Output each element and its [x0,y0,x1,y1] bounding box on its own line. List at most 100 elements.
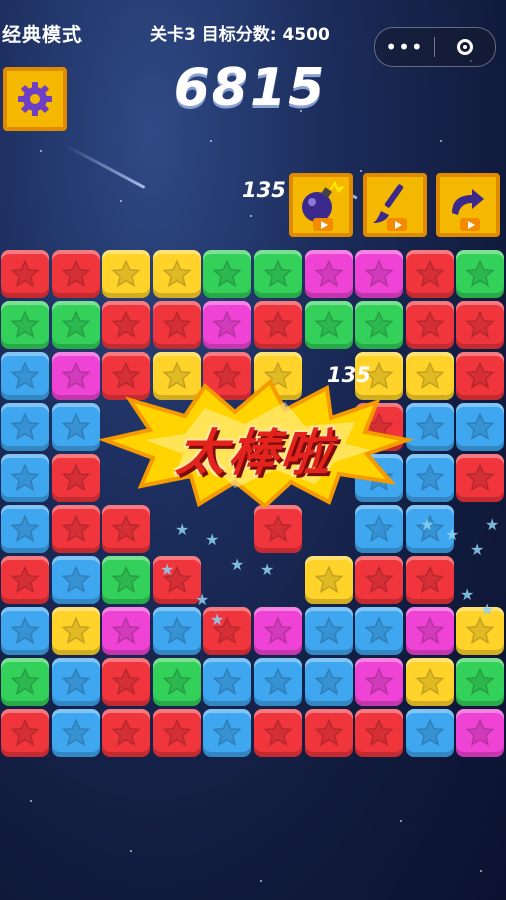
blue-star-block[interactable] [456,403,505,451]
star-icon [60,616,91,645]
green-star-block[interactable] [1,658,49,706]
star-icon [10,514,40,543]
star-icon [364,565,394,594]
tool-bomb-button[interactable] [289,173,353,237]
blue-star-block[interactable] [203,658,252,706]
star-icon [10,412,40,441]
blue-star-block[interactable] [1,607,49,655]
blue-star-block[interactable] [355,607,404,655]
pink-star-block[interactable] [456,709,505,757]
red-star-block[interactable] [102,709,151,757]
star-icon [212,310,243,339]
pink-star-block[interactable] [254,607,302,655]
red-star-block[interactable] [304,709,353,757]
star-icon [10,259,40,288]
red-star-block[interactable] [51,250,100,298]
red-star-block[interactable] [254,709,302,757]
star-icon [364,667,394,696]
blue-star-block[interactable] [1,403,49,451]
red-star-block[interactable] [405,556,454,604]
red-star-block[interactable] [405,250,454,298]
blue-star-block[interactable] [51,403,100,451]
blue-star-block[interactable] [1,352,49,400]
red-star-block[interactable] [152,301,201,349]
blue-star-block[interactable] [405,709,454,757]
star-icon [10,463,40,492]
star-icon [465,412,496,441]
red-star-block[interactable] [355,709,404,757]
star-icon [263,718,293,747]
pink-star-block[interactable] [51,352,100,400]
blue-star-block[interactable] [51,658,100,706]
blue-star-block[interactable] [1,505,49,553]
pink-star-block[interactable] [355,250,404,298]
red-star-block[interactable] [254,505,302,553]
red-star-block[interactable] [405,301,454,349]
star-icon [263,667,293,696]
star-icon [111,514,141,543]
yellow-star-block[interactable] [405,658,454,706]
green-star-block[interactable] [1,301,49,349]
blue-star-block[interactable] [51,556,100,604]
star-icon [313,259,344,288]
red-star-block[interactable] [1,556,49,604]
star-icon [10,667,40,696]
green-star-block[interactable] [152,658,201,706]
green-star-block[interactable] [102,556,151,604]
red-star-block[interactable] [254,301,302,349]
tool-brush-button[interactable] [363,173,427,237]
pink-star-block[interactable] [355,658,404,706]
green-star-block[interactable] [456,250,505,298]
star-icon [414,565,445,594]
tool-refresh-button[interactable] [436,173,500,237]
star-icon [414,412,445,441]
blue-star-block[interactable] [355,505,404,553]
yellow-star-block[interactable] [102,250,151,298]
settings-button[interactable] [3,67,67,131]
red-star-block[interactable] [102,658,151,706]
pink-star-block[interactable] [102,607,151,655]
pink-star-block[interactable] [203,301,252,349]
blue-star-block[interactable] [203,709,252,757]
red-star-block[interactable] [102,301,151,349]
close-button[interactable] [435,28,494,66]
red-star-block[interactable] [51,505,100,553]
red-star-block[interactable] [355,556,404,604]
red-star-block[interactable] [1,709,49,757]
green-star-block[interactable] [254,250,302,298]
blue-star-block[interactable] [254,658,302,706]
star-icon [263,310,293,339]
red-star-block[interactable] [102,505,151,553]
red-star-block[interactable] [1,250,49,298]
blue-star-block[interactable] [304,658,353,706]
red-star-block[interactable] [456,301,505,349]
star-icon [414,718,445,747]
blue-star-block[interactable] [304,607,353,655]
green-star-block[interactable] [203,250,252,298]
star-icon [111,718,141,747]
more-menu-button[interactable]: ••• [375,28,434,66]
star-icon [161,616,192,645]
red-star-block[interactable] [51,454,100,502]
star-icon [263,259,293,288]
star-icon [313,667,344,696]
red-star-block[interactable] [456,454,505,502]
blue-star-block[interactable] [152,607,201,655]
red-star-block[interactable] [152,709,201,757]
red-star-block[interactable] [456,352,505,400]
pink-star-block[interactable] [405,607,454,655]
star-icon [10,310,40,339]
mode-title: 经典模式 [2,24,83,46]
green-star-block[interactable] [456,658,505,706]
star-icon [414,310,445,339]
blue-star-block[interactable] [1,454,49,502]
green-star-block[interactable] [51,301,100,349]
blue-star-block[interactable] [51,709,100,757]
yellow-star-block[interactable] [51,607,100,655]
yellow-star-block[interactable] [152,250,201,298]
pink-star-block[interactable] [304,250,353,298]
yellow-star-block[interactable] [304,556,353,604]
star-icon [60,259,91,288]
green-star-block[interactable] [355,301,404,349]
green-star-block[interactable] [304,301,353,349]
